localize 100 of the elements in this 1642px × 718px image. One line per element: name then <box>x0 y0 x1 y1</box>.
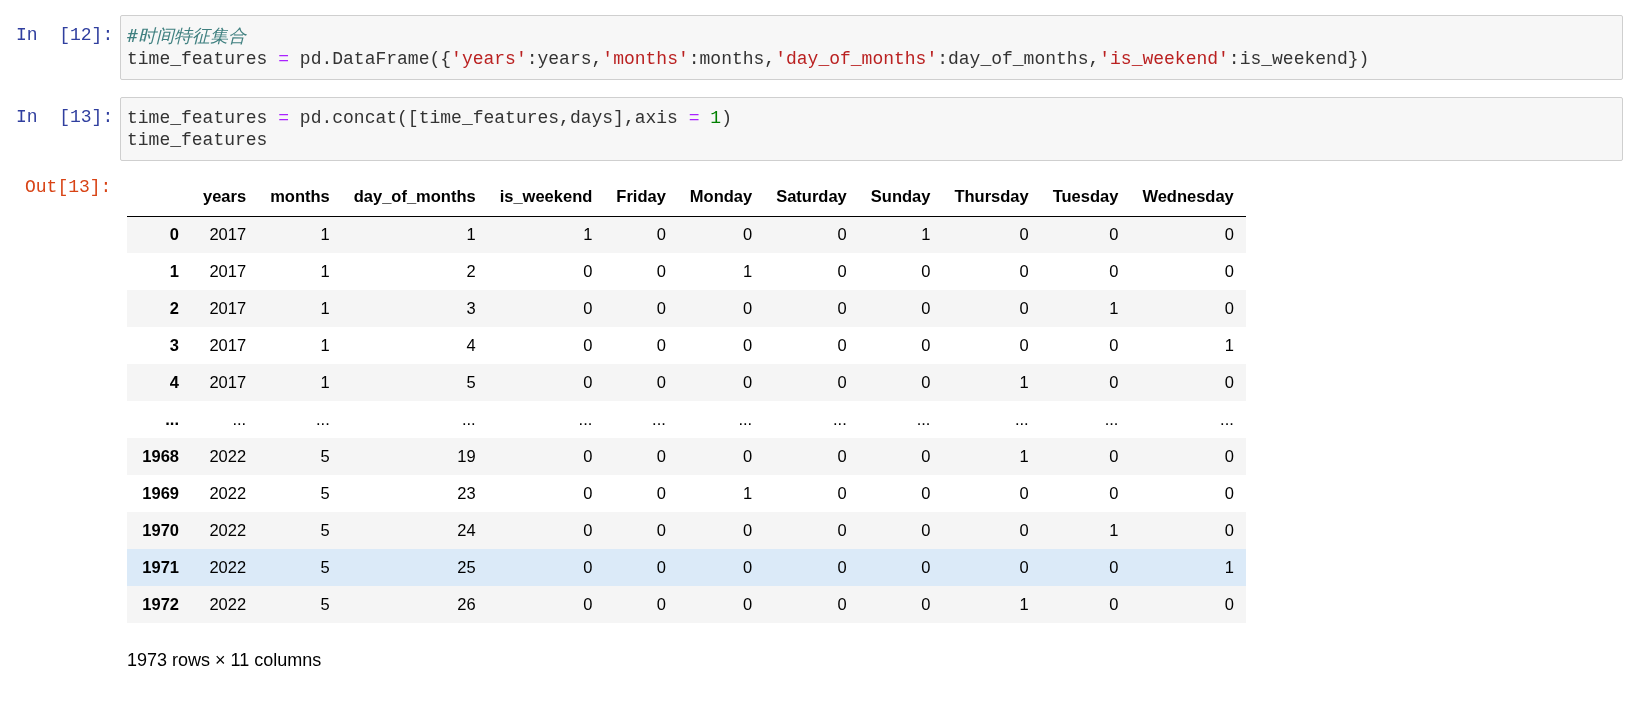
table-cell: ... <box>764 401 859 438</box>
table-cell: 0 <box>604 586 678 623</box>
table-cell: 0 <box>1040 549 1131 586</box>
table-cell: 1 <box>341 216 488 253</box>
table-cell: 0 <box>677 327 765 364</box>
table-cell: 26 <box>341 586 488 623</box>
table-cell: ... <box>677 401 765 438</box>
table-cell: 0 <box>677 438 765 475</box>
column-header: Sunday <box>858 178 943 216</box>
column-header: day_of_months <box>341 178 488 216</box>
table-cell: 0 <box>764 438 859 475</box>
table-cell: 0 <box>858 364 943 401</box>
table-cell: 1 <box>258 290 342 327</box>
table-cell: 0 <box>1130 438 1246 475</box>
table-cell: 1 <box>258 253 342 290</box>
table-cell: 0 <box>1040 327 1131 364</box>
table-cell: 25 <box>341 549 488 586</box>
table-cell: 23 <box>341 475 488 512</box>
code-cell[interactable]: #时间特征集合 time_features = pd.DataFrame({'years':years,'months':months,'day_of_months':day_of_months,'is_weekend':is_weekend}) <box>120 15 1623 80</box>
table-cell: ... <box>604 401 678 438</box>
table-cell: 0 <box>858 327 943 364</box>
table-cell: 0 <box>764 512 859 549</box>
column-header: Wednesday <box>1130 178 1246 216</box>
table-cell: 0 <box>1130 290 1246 327</box>
table-cell: 5 <box>258 549 342 586</box>
table-cell: 0 <box>858 549 943 586</box>
row-index: 2 <box>127 290 191 327</box>
table-cell: 0 <box>1130 364 1246 401</box>
table-cell: 2022 <box>191 586 259 623</box>
table-cell: 3 <box>341 290 488 327</box>
table-cell: 0 <box>1130 512 1246 549</box>
table-cell: 0 <box>677 216 765 253</box>
table-cell: 2022 <box>191 549 259 586</box>
table-cell: 0 <box>677 290 765 327</box>
table-cell: 0 <box>487 290 605 327</box>
table-cell: 5 <box>258 512 342 549</box>
table-cell: 1 <box>942 586 1041 623</box>
row-index: ... <box>127 401 191 438</box>
table-cell: 0 <box>1040 475 1131 512</box>
table-cell: 0 <box>858 512 943 549</box>
table-cell: 0 <box>604 438 678 475</box>
column-header: Monday <box>677 178 765 216</box>
table-cell: 0 <box>764 586 859 623</box>
table-cell: 0 <box>858 475 943 512</box>
table-cell: 0 <box>1040 364 1131 401</box>
table-cell: 0 <box>604 253 678 290</box>
table-cell: ... <box>1130 401 1246 438</box>
table-cell: 0 <box>764 216 859 253</box>
table-cell: 0 <box>604 512 678 549</box>
table-cell: 1 <box>858 216 943 253</box>
table-cell: 2017 <box>191 327 259 364</box>
table-cell: 0 <box>764 327 859 364</box>
input-prompt: In [12]: <box>15 24 115 46</box>
table-cell: 0 <box>604 549 678 586</box>
table-cell: 5 <box>258 475 342 512</box>
table-cell: 1 <box>487 216 605 253</box>
table-cell: 0 <box>764 253 859 290</box>
table-cell: 0 <box>942 290 1041 327</box>
table-cell: 1 <box>942 364 1041 401</box>
table-cell: 0 <box>487 512 605 549</box>
table-cell: 1 <box>1130 327 1246 364</box>
row-index: 1969 <box>127 475 191 512</box>
table-cell: 0 <box>942 253 1041 290</box>
table-cell: 0 <box>604 327 678 364</box>
table-cell: ... <box>942 401 1041 438</box>
table-cell: 0 <box>1040 438 1131 475</box>
table-cell: ... <box>487 401 605 438</box>
table-cell: 2017 <box>191 290 259 327</box>
table-cell: 1 <box>258 364 342 401</box>
row-index: 1972 <box>127 586 191 623</box>
table-cell: 1 <box>677 475 765 512</box>
table-cell: 2017 <box>191 364 259 401</box>
table-cell: 2017 <box>191 216 259 253</box>
table-cell: 0 <box>1130 586 1246 623</box>
table-cell: 0 <box>858 586 943 623</box>
table-cell: 0 <box>1040 586 1131 623</box>
table-cell: 1 <box>1040 290 1131 327</box>
table-cell: 0 <box>942 512 1041 549</box>
table-cell: 0 <box>1130 475 1246 512</box>
table-cell: ... <box>191 401 259 438</box>
row-index: 1968 <box>127 438 191 475</box>
table-cell: 0 <box>487 327 605 364</box>
table-cell: 5 <box>341 364 488 401</box>
table-cell: 2 <box>341 253 488 290</box>
table-cell: 2022 <box>191 475 259 512</box>
table-cell: 1 <box>677 253 765 290</box>
table-cell: 1 <box>1130 549 1246 586</box>
column-header: years <box>191 178 259 216</box>
table-cell: 19 <box>341 438 488 475</box>
table-cell: ... <box>1040 401 1131 438</box>
code-cell[interactable]: time_features = pd.concat([time_features,days],axis = 1) time_features <box>120 97 1623 161</box>
table-cell: 2022 <box>191 512 259 549</box>
table-cell: 1 <box>1040 512 1131 549</box>
table-cell: 0 <box>942 216 1041 253</box>
row-index: 1970 <box>127 512 191 549</box>
table-cell: 5 <box>258 438 342 475</box>
column-header: Thursday <box>942 178 1041 216</box>
column-header: Saturday <box>764 178 859 216</box>
table-cell: 24 <box>341 512 488 549</box>
table-cell: 0 <box>604 290 678 327</box>
